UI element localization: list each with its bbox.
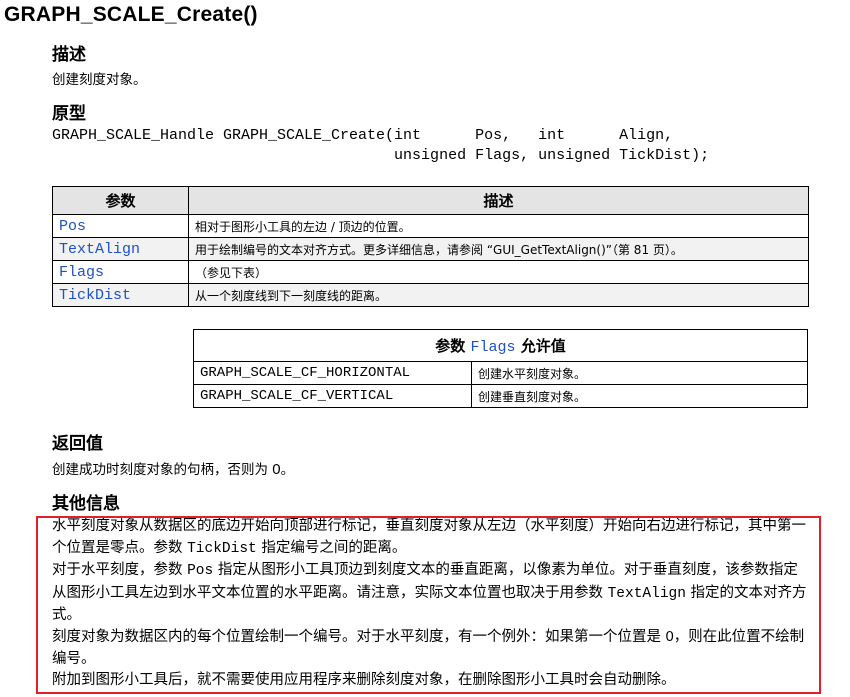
prototype-line-2: unsigned Flags, unsigned TickDist);	[52, 147, 710, 164]
param-desc: 相对于图形小工具的左边 / 顶边的位置。	[188, 214, 809, 238]
param-desc: （参见下表）	[188, 260, 809, 284]
param-link-textalign[interactable]: TextAlign	[52, 237, 189, 261]
flag-desc: 创建水平刻度对象。	[471, 361, 808, 385]
param-link-tickdist[interactable]: TickDist	[52, 283, 189, 307]
param-desc: 从一个刻度线到下一刻度线的距离。	[188, 283, 809, 307]
flag-name: GRAPH_SCALE_CF_VERTICAL	[193, 384, 472, 408]
flags-link[interactable]: Flags	[470, 339, 515, 356]
prototype-heading: 原型	[52, 104, 86, 124]
param-desc: 用于绘制编号的文本对齐方式。更多详细信息，请参阅 “GUI_GetTextAli…	[188, 237, 809, 261]
desc-column-header: 描述	[188, 186, 809, 215]
table-row: Pos 相对于图形小工具的左边 / 顶边的位置。	[52, 214, 809, 238]
prototype-line-1: GRAPH_SCALE_Handle GRAPH_SCALE_Create(in…	[52, 127, 674, 144]
table-row: GRAPH_SCALE_CF_HORIZONTAL 创建水平刻度对象。	[193, 361, 808, 385]
return-heading: 返回值	[52, 434, 103, 454]
param-link-flags[interactable]: Flags	[52, 260, 189, 284]
description-text: 创建刻度对象。	[52, 72, 147, 88]
flag-name: GRAPH_SCALE_CF_HORIZONTAL	[193, 361, 472, 385]
table-row: GRAPH_SCALE_CF_VERTICAL 创建垂直刻度对象。	[193, 384, 808, 408]
description-heading: 描述	[52, 45, 86, 65]
param-column-header: 参数	[52, 186, 189, 215]
highlight-box	[36, 516, 821, 694]
flags-table: 参数 Flags 允许值 GRAPH_SCALE_CF_HORIZONTAL 创…	[193, 329, 808, 408]
flag-desc: 创建垂直刻度对象。	[471, 384, 808, 408]
table-row: TextAlign 用于绘制编号的文本对齐方式。更多详细信息，请参阅 “GUI_…	[52, 237, 809, 261]
return-text: 创建成功时刻度对象的句柄，否则为 0。	[52, 461, 295, 478]
table-row: Flags （参见下表）	[52, 260, 809, 284]
parameter-table: 参数 描述 Pos 相对于图形小工具的左边 / 顶边的位置。 TextAlign…	[52, 186, 809, 307]
page-title: GRAPH_SCALE_Create()	[4, 3, 258, 26]
flags-table-header: 参数 Flags 允许值	[193, 329, 808, 362]
table-row: TickDist 从一个刻度线到下一刻度线的距离。	[52, 283, 809, 307]
param-link-pos[interactable]: Pos	[52, 214, 189, 238]
additional-info-heading: 其他信息	[52, 494, 120, 514]
